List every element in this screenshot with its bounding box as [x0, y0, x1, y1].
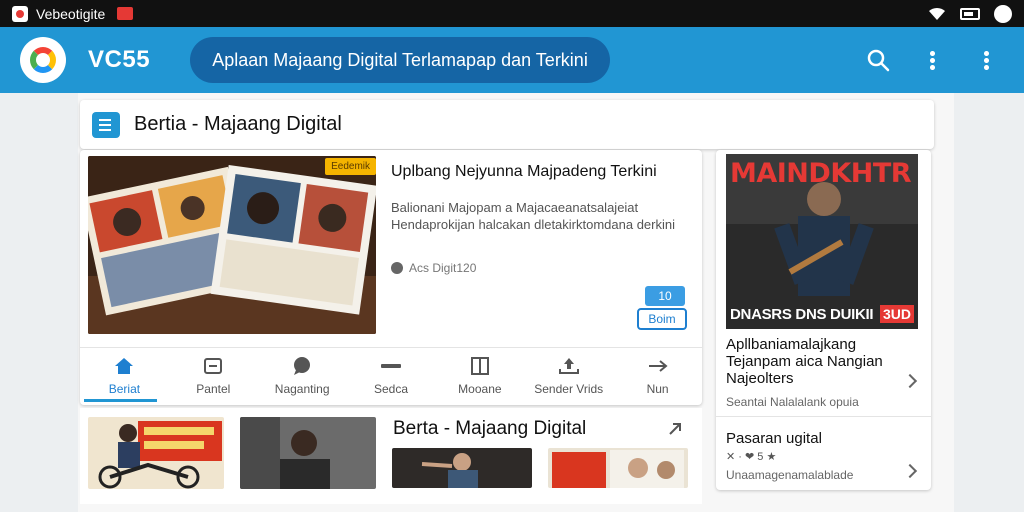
magazine-title: MAINDKHTR [730, 158, 912, 189]
speaker-illustration [392, 448, 532, 488]
tab-label: Sender Vrids [534, 382, 604, 396]
app-bar: VC55 Aplaan Majaang Digital Terlamapap d… [0, 27, 1024, 93]
notification-icon [117, 7, 134, 20]
more-articles-row: Berta - Majaang Digital [80, 408, 702, 504]
tab-label: Nun [646, 382, 669, 396]
magazine-footer: DNASRS DNS DUIKII [730, 306, 874, 323]
magazine-spread-illustration [88, 156, 376, 334]
comment-count-badge: 10 [645, 286, 685, 306]
status-bar: Vebeotigite [0, 0, 1024, 27]
tab-mooane[interactable]: Mooane [435, 348, 524, 404]
overflow-menu-button[interactable] [908, 36, 956, 84]
tab-sedca[interactable]: Sedca [347, 348, 436, 404]
tab-sender-vrids[interactable]: Sender Vrids [524, 348, 613, 404]
sidebar-article-subtitle: Seantai Nalalalank opuia [726, 395, 859, 409]
settings-menu-button[interactable] [962, 36, 1010, 84]
brand-name: VC55 [88, 46, 151, 73]
magazine-stack-illustration [548, 448, 688, 488]
featured-badge: Eedemik [325, 158, 376, 175]
tab-beriat[interactable]: Beriat [80, 348, 169, 404]
app-logo[interactable] [20, 37, 66, 83]
read-button[interactable]: Boim [637, 308, 687, 330]
tab-label: Beriat [108, 382, 141, 396]
featured-title[interactable]: Uplbang Nejyunna Majpadeng Terkini [391, 162, 681, 181]
article-thumbnail[interactable] [392, 448, 532, 488]
arrow-right-icon [647, 356, 669, 376]
featured-description: Balionani Majopam a Majacaeanatsalajeiat… [391, 200, 676, 232]
app-logo-icon [12, 5, 28, 22]
tab-pantel[interactable]: Pantel [169, 348, 258, 404]
list-icon [92, 111, 120, 138]
section-title: Bertia - Majaang Digital [134, 113, 342, 135]
search-icon [867, 49, 890, 72]
more-vert-icon [983, 50, 989, 70]
featured-article-image[interactable]: Eedemik [88, 156, 376, 334]
tab-label: Mooane [458, 382, 502, 396]
sidebar-article-title[interactable]: Apllbaniamalajkang Tejanpam aica Nangian… [726, 336, 916, 387]
inbox-icon [202, 356, 224, 376]
portrait-illustration [240, 417, 376, 489]
featured-meta-text: Acs Digit120 [409, 261, 477, 275]
clock-icon [391, 262, 403, 274]
tab-nun[interactable]: Nun [613, 348, 702, 404]
home-icon [113, 356, 135, 376]
search-bar[interactable]: Aplaan Majaang Digital Terlamapap dan Te… [190, 37, 611, 83]
arrow-up-right-icon[interactable] [668, 422, 682, 436]
search-bar-text: Aplaan Majaang Digital Terlamapap dan Te… [212, 49, 588, 70]
status-app-name: Vebeotigite [36, 5, 106, 22]
chat-icon [291, 356, 313, 376]
more-section-title[interactable]: Berta - Majaang Digital [393, 418, 586, 440]
tab-label: Pantel [196, 382, 231, 396]
category-tab-bar: Beriat Pantel Naganting Sedca Mooane Sen… [80, 347, 702, 404]
logo-ring-icon [30, 47, 56, 73]
section-header: Bertia - Majaang Digital [80, 100, 934, 149]
more-vert-icon [929, 50, 935, 70]
wifi-icon [929, 7, 945, 20]
sidebar-section-detail: Unaamagenamalablade [726, 468, 854, 482]
sidebar-card: MAINDKHTR DNASRS DNS DUIKII 3UD Apllbani… [716, 150, 931, 490]
magazine-cover-illustration [88, 417, 224, 489]
sidebar-section-meta: ✕ · ❤ 5 ★ [726, 451, 777, 463]
featured-meta: Acs Digit120 [391, 261, 476, 275]
upload-icon [558, 356, 580, 376]
article-thumbnail[interactable] [548, 448, 688, 488]
book-icon [469, 356, 491, 376]
magazine-footer-badge: 3UD [879, 305, 914, 323]
divider [716, 416, 931, 417]
search-button[interactable] [854, 36, 902, 84]
account-status-icon [994, 4, 1012, 23]
magazine-cover[interactable]: MAINDKHTR DNASRS DNS DUIKII 3UD [726, 154, 918, 329]
tab-label: Naganting [274, 382, 330, 396]
tab-naganting[interactable]: Naganting [258, 348, 347, 404]
battery-icon [960, 7, 980, 20]
tab-label: Sedca [373, 382, 409, 396]
sidebar-section-title[interactable]: Pasaran ugital [726, 430, 822, 447]
article-thumbnail[interactable] [88, 417, 224, 489]
chevron-right-icon[interactable] [902, 463, 918, 479]
article-thumbnail[interactable] [240, 417, 376, 489]
minus-icon [380, 356, 402, 376]
